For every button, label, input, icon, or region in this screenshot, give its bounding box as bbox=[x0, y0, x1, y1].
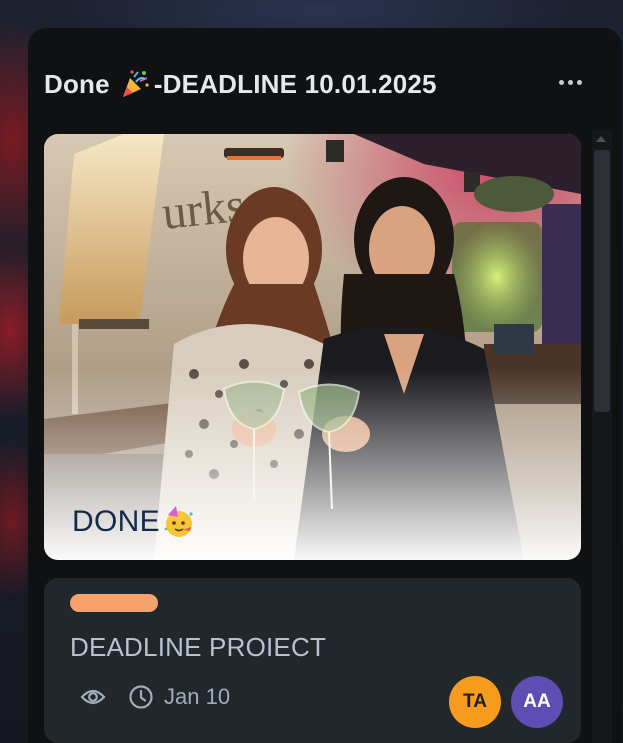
list-title-suffix: -DEADLINE 10.01.2025 bbox=[153, 68, 437, 99]
scroll-up-icon[interactable] bbox=[596, 136, 606, 142]
avatar-aa[interactable]: AA bbox=[511, 676, 563, 728]
scrollbar-thumb[interactable] bbox=[594, 150, 610, 412]
cover-image-card[interactable]: urks bbox=[44, 134, 581, 560]
due-date-text: Jan 10 bbox=[164, 684, 231, 709]
card-members: TA AA bbox=[449, 676, 563, 728]
card-title: DEADLINE PROIECT bbox=[70, 632, 327, 662]
eye-icon bbox=[80, 684, 106, 710]
card-label[interactable] bbox=[70, 594, 158, 612]
cover-text: DONE bbox=[72, 505, 196, 539]
avatar-initials: TA bbox=[463, 691, 487, 712]
avatar-initials: AA bbox=[523, 691, 551, 712]
partying-face-icon bbox=[162, 505, 196, 539]
party-popper-icon bbox=[120, 69, 150, 99]
due-date-badge[interactable]: Jan 10 bbox=[128, 684, 230, 710]
list-title-prefix: Done bbox=[44, 68, 110, 99]
task-card[interactable]: DEADLINE PROIECT Jan 10 TA AA bbox=[44, 578, 581, 743]
more-horizontal-icon[interactable] bbox=[555, 70, 585, 94]
cover-text-label: DONE bbox=[72, 505, 160, 538]
card-badges: Jan 10 bbox=[80, 684, 230, 710]
cover-photo: urks bbox=[44, 134, 581, 560]
clock-icon bbox=[128, 684, 154, 710]
avatar-ta[interactable]: TA bbox=[449, 676, 501, 728]
list-header[interactable]: Done -DEADLINE 10.01.2025 bbox=[44, 62, 437, 106]
